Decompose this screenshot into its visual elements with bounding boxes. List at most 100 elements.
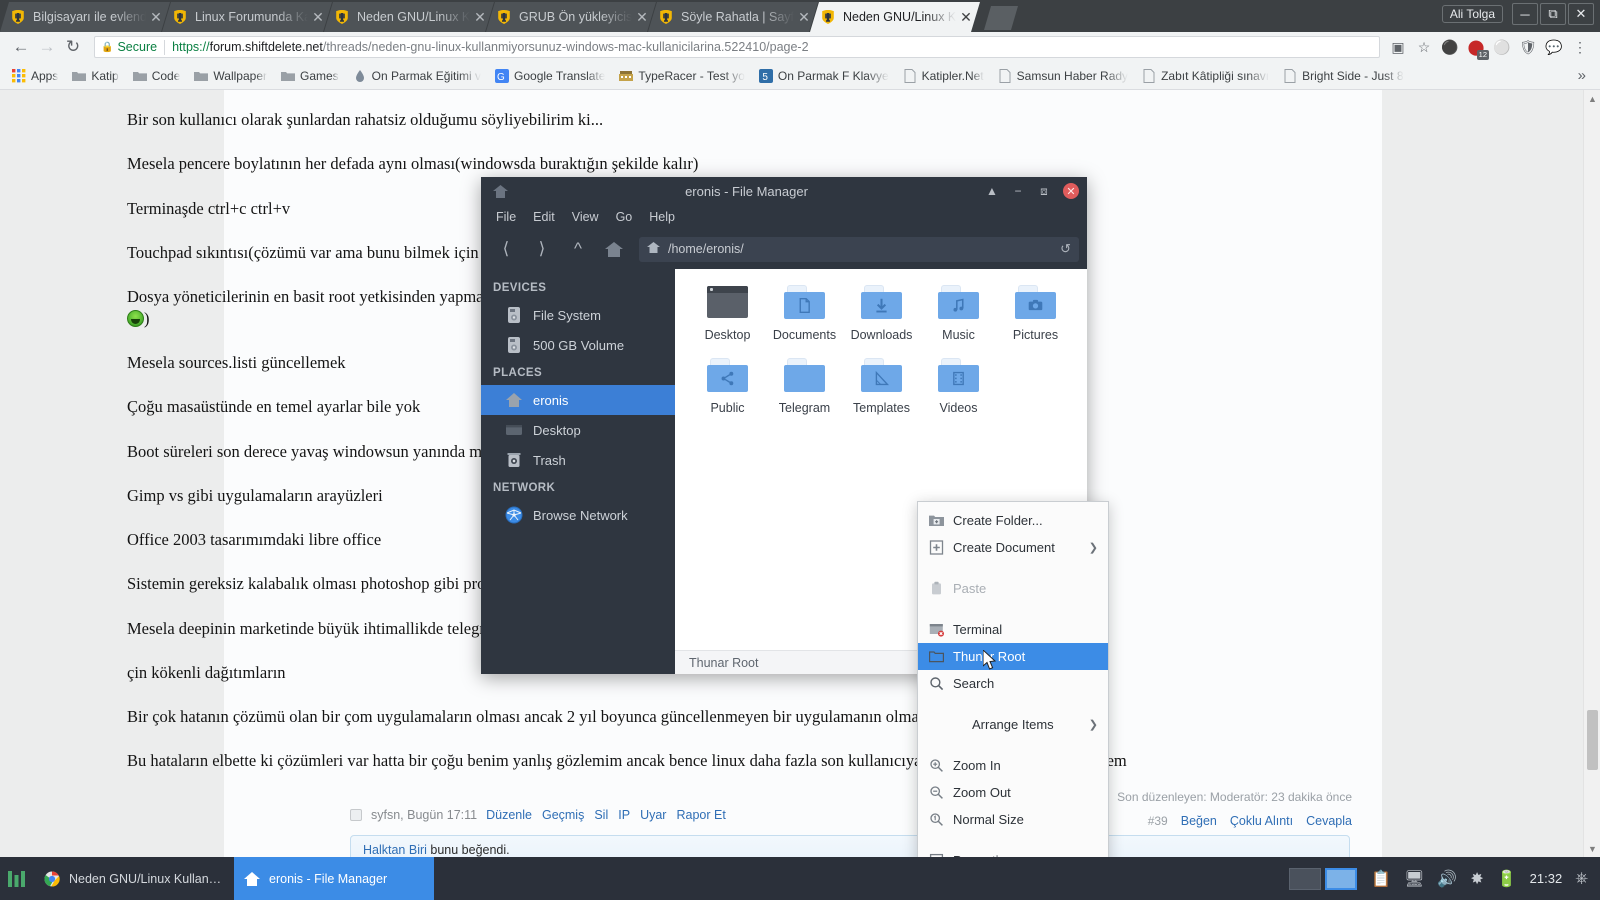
file-item-public[interactable]: Public (689, 354, 766, 415)
sidebar-item-desktop[interactable]: Desktop (481, 415, 675, 445)
context-menu-item-create-document[interactable]: Create Document ❯ (918, 534, 1108, 561)
post-meta-link-3[interactable]: IP (618, 808, 630, 822)
workspace-1[interactable] (1289, 867, 1322, 890)
file-item-videos[interactable]: Videos (920, 354, 997, 415)
post-meta-link-4[interactable]: Uyar (640, 808, 666, 822)
reload-icon[interactable]: ↺ (1060, 241, 1071, 257)
bookmark-item-11[interactable]: Zabıt Kâtipliği sınavı (1136, 67, 1275, 85)
reload-button[interactable]: ↻ (60, 34, 86, 60)
context-menu-item-normal-size[interactable]: Normal Size (918, 806, 1108, 833)
scrollbar-thumb[interactable] (1587, 710, 1598, 770)
extension-icon-1[interactable]: ⚫ (1438, 35, 1462, 59)
page-scrollbar[interactable]: ▲ ▼ (1583, 90, 1600, 857)
extension-icon-chat[interactable]: 💬 (1542, 35, 1566, 59)
post-action-0[interactable]: Beğen (1181, 814, 1217, 828)
up-arrow-icon[interactable]: ^ (561, 235, 595, 263)
bookmark-item-6[interactable]: G Google Translate (489, 67, 611, 85)
file-item-desktop[interactable]: Desktop (689, 281, 766, 342)
file-manager-titlebar[interactable]: eronis - File Manager ▲ − ⧈ ✕ (481, 177, 1087, 205)
post-meta-link-5[interactable]: Rapor Et (676, 808, 725, 822)
sidebar-item-trash[interactable]: Trash (481, 445, 675, 475)
minimize-button[interactable]: ─ (1512, 3, 1538, 25)
file-item-downloads[interactable]: Downloads (843, 281, 920, 342)
workspace-switcher[interactable] (1289, 867, 1358, 890)
scroll-up-arrow[interactable]: ▲ (1584, 90, 1600, 107)
extension-icon-adblock[interactable]: ⬤ 12 (1464, 35, 1489, 60)
updates-icon[interactable]: ✸ (1470, 869, 1483, 889)
extension-icon-3[interactable]: ⚪ (1490, 35, 1514, 59)
file-manager-context-menu[interactable]: Create Folder... Create Document ❯ Paste Ter… (917, 501, 1109, 880)
browser-tab-0[interactable]: Bilgisayarı ile evlendi, ş✕ (0, 2, 170, 32)
close-icon[interactable]: ✕ (1063, 183, 1079, 199)
back-arrow-icon[interactable]: ⟨ (489, 235, 523, 263)
maximize-icon[interactable]: ⧈ (1031, 180, 1057, 202)
volume-icon[interactable]: 🔊 (1437, 869, 1457, 889)
forward-button[interactable]: → (34, 34, 60, 60)
three-dot-menu-icon[interactable]: ⋮ (1568, 35, 1592, 59)
bookmark-item-12[interactable]: Bright Side - Just 8 (1277, 67, 1409, 85)
context-menu-item-search[interactable]: Search (918, 670, 1108, 697)
power-icon[interactable]: ⎈ (1575, 870, 1588, 888)
taskbar-task-1[interactable]: eronis - File Manager (234, 857, 434, 900)
browser-tab-2[interactable]: Neden GNU/Linux Kull✕ (324, 2, 494, 32)
post-meta-link-2[interactable]: Sil (594, 808, 608, 822)
context-menu-item-thunar-root[interactable]: Thunar Root (918, 643, 1108, 670)
chrome-profile-name[interactable]: Ali Tolga (1441, 5, 1503, 23)
post-meta-link-0[interactable]: Düzenle (486, 808, 532, 822)
bookmark-item-10[interactable]: Samsun Haber Rady (992, 67, 1134, 85)
scroll-down-arrow[interactable]: ▼ (1584, 840, 1600, 857)
context-menu-item-arrange-items[interactable]: Arrange Items ❯ (918, 711, 1108, 738)
bookmark-item-9[interactable]: Katipler.Net (897, 67, 990, 85)
sidebar-item-browse-network[interactable]: Browse Network (481, 500, 675, 530)
browser-tab-1[interactable]: Linux Forumunda Kali L✕ (162, 2, 332, 32)
tab-close-icon[interactable]: ✕ (310, 9, 326, 25)
file-item-telegram[interactable]: Telegram (766, 354, 843, 415)
tab-close-icon[interactable]: ✕ (148, 9, 164, 25)
battery-icon[interactable]: 🔋 (1497, 869, 1517, 889)
address-bar[interactable]: 🔒 Secure https://forum.shiftdelete.net/t… (94, 36, 1380, 58)
bookmark-item-7[interactable]: TypeRacer - Test yo (613, 67, 751, 85)
post-action-1[interactable]: Çoklu Alıntı (1230, 814, 1293, 828)
whisker-menu-icon[interactable] (0, 869, 34, 889)
sidebar-item-file-system[interactable]: File System (481, 300, 675, 330)
menu-view[interactable]: View (572, 210, 599, 224)
menu-file[interactable]: File (496, 210, 516, 224)
context-menu-item-terminal[interactable]: Terminal (918, 616, 1108, 643)
clipboard-icon[interactable]: 📋 (1371, 869, 1391, 889)
display-icon[interactable]: 🖥 (1404, 869, 1424, 889)
tab-close-icon[interactable]: ✕ (472, 9, 488, 25)
browser-tab-3[interactable]: GRUB Ön yükleyicisi W✕ (486, 2, 656, 32)
post-meta-link-1[interactable]: Geçmiş (542, 808, 584, 822)
tab-close-icon[interactable]: ✕ (958, 9, 974, 25)
translate-icon[interactable]: ▣ (1386, 35, 1410, 59)
menu-help[interactable]: Help (649, 210, 675, 224)
back-button[interactable]: ← (8, 34, 34, 60)
browser-tab-4[interactable]: Söyle Rahatla | Sayfa 7✕ (648, 2, 818, 32)
maximize-button[interactable]: ⧉ (1540, 3, 1566, 25)
bookmark-item-4[interactable]: Games (275, 67, 345, 85)
file-item-documents[interactable]: Documents (766, 281, 843, 342)
bookmark-item-8[interactable]: 5 On Parmak F Klavye (753, 67, 895, 85)
bookmark-item-3[interactable]: Wallpaper (188, 67, 273, 85)
star-icon[interactable]: ☆ (1412, 35, 1436, 59)
bookmark-item-5[interactable]: On Parmak Eğitimi v (347, 67, 487, 85)
sidebar-item-500-gb-volume[interactable]: 500 GB Volume (481, 330, 675, 360)
tab-close-icon[interactable]: ✕ (634, 9, 650, 25)
context-menu-item-zoom-out[interactable]: Zoom Out (918, 779, 1108, 806)
post-select-checkbox[interactable] (350, 809, 362, 821)
workspace-2[interactable] (1325, 867, 1358, 890)
home-icon-toolbar[interactable] (597, 235, 631, 263)
file-item-pictures[interactable]: Pictures (997, 281, 1074, 342)
like-user-link[interactable]: Halktan Biri (363, 843, 427, 857)
path-bar[interactable]: /home/eronis/ ↺ (639, 236, 1079, 262)
menu-edit[interactable]: Edit (533, 210, 555, 224)
tab-close-icon[interactable]: ✕ (796, 9, 812, 25)
file-item-templates[interactable]: Templates (843, 354, 920, 415)
sidebar-item-eronis[interactable]: eronis (481, 385, 675, 415)
minimize-icon[interactable]: − (1005, 180, 1031, 202)
eject-icon[interactable]: ▲ (979, 180, 1005, 202)
forward-arrow-icon[interactable]: ⟩ (525, 235, 559, 263)
taskbar-task-0[interactable]: Neden GNU/Linux Kullanmı... (34, 857, 234, 900)
extension-icon-shield[interactable]: 🛡 (1516, 35, 1540, 59)
bookmarks-overflow-button[interactable]: » (1570, 67, 1594, 84)
